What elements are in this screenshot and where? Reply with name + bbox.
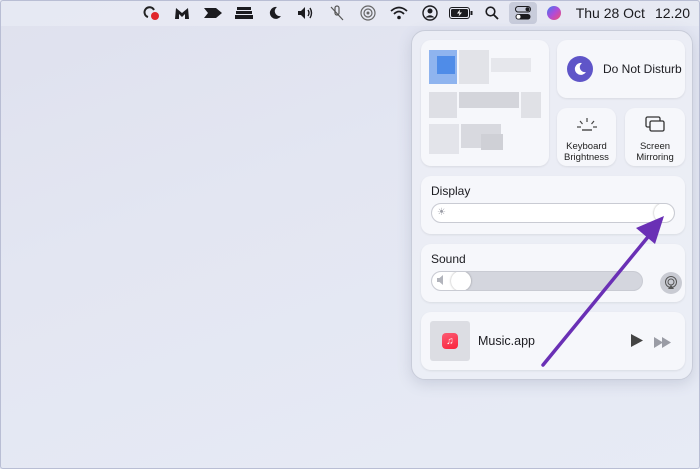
annotation-arrow xyxy=(541,216,664,367)
